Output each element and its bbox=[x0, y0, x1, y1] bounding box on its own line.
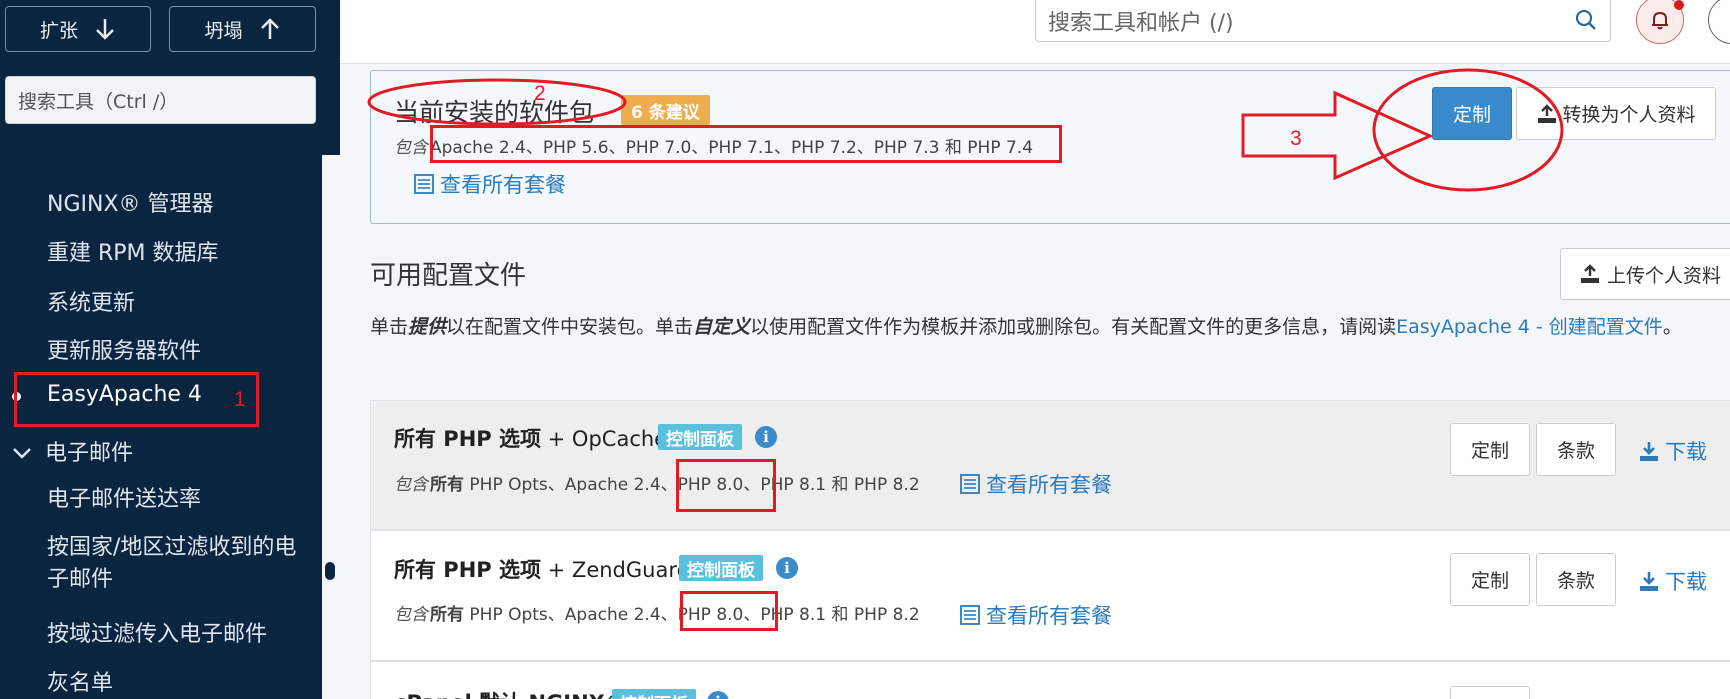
upload-profile-label: 上传个人资料 bbox=[1607, 264, 1722, 287]
sidebar-search-placeholder: 搜索工具（Ctrl /） bbox=[18, 90, 179, 113]
available-profiles-title: 可用配置文件 bbox=[370, 261, 527, 291]
sidebar-scrollbar[interactable] bbox=[325, 562, 335, 580]
sidebar-item-rebuild-rpm[interactable]: 重建 RPM 数据库 bbox=[47, 235, 219, 267]
sidebar-item-country-filter[interactable]: 按国家/地区过滤收到的电子邮件 bbox=[47, 532, 307, 596]
profile-row: 所有 PHP 选项 + OpCache 控制面板 i 包含 所有 PHP Opts… bbox=[370, 400, 1730, 530]
info-icon[interactable]: i bbox=[755, 426, 777, 448]
profile-terms-button[interactable]: 条款 bbox=[1536, 423, 1616, 476]
create-profile-doc-link[interactable]: EasyApache 4 - 创建配置文件 bbox=[1396, 316, 1663, 338]
chevron-down-icon[interactable] bbox=[11, 443, 33, 463]
profile-customize-button[interactable] bbox=[1450, 686, 1530, 699]
cpanel-badge: 控制面板 bbox=[658, 424, 742, 450]
cpanel-badge: 控制面板 bbox=[679, 555, 763, 581]
sidebar-item-easyapache4[interactable]: EasyApache 4 bbox=[47, 382, 202, 407]
includes-label: 包含 bbox=[394, 138, 428, 158]
profile-row: 所有 PHP 选项 + ZendGuard 控制面板 i 包含 所有 PHP Op… bbox=[370, 530, 1730, 661]
bell-icon bbox=[1652, 11, 1668, 30]
current-packages-title: 当前安装的软件包 bbox=[394, 98, 595, 127]
collapse-button[interactable]: 坍塌 bbox=[169, 6, 316, 52]
global-search-input[interactable]: 搜索工具和帐户 (/) bbox=[1035, 0, 1611, 42]
topbar: 搜索工具和帐户 (/) bbox=[340, 0, 1730, 64]
export-icon bbox=[1538, 103, 1557, 123]
profile-terms-button[interactable]: 条款 bbox=[1536, 553, 1616, 606]
convert-to-profile-label: 转换为个人资料 bbox=[1562, 104, 1696, 126]
active-item-dot bbox=[12, 392, 21, 401]
upload-icon bbox=[1581, 264, 1599, 283]
cpanel-badge: 控制面板 bbox=[612, 689, 696, 699]
search-icon[interactable] bbox=[1574, 8, 1598, 32]
profile-title-rest: + ZendGuard bbox=[540, 558, 690, 582]
profile-packages: 包含 所有 PHP Opts、Apache 2.4、PHP 8.0、PHP 8.1… bbox=[394, 600, 920, 625]
sidebar-item-greylisting[interactable]: 灰名单 bbox=[47, 665, 113, 697]
download-label: 下载 bbox=[1665, 440, 1707, 464]
profile-title: 所有 PHP 选项 + ZendGuard bbox=[394, 554, 690, 584]
suggestions-badge[interactable]: 6 条建议 bbox=[621, 95, 710, 125]
desc-text: 单击 bbox=[370, 316, 409, 338]
profile-title: 所有 PHP 选项 + OpCache bbox=[394, 423, 667, 453]
current-packages-panel: 当前安装的软件包 6 条建议 包含 Apache 2.4、PHP 5.6、PHP … bbox=[370, 70, 1730, 224]
profile-customize-button[interactable]: 定制 bbox=[1450, 423, 1530, 476]
desc-text: 以在配置文件中安装包。单击 bbox=[446, 316, 694, 338]
arrow-up-icon bbox=[260, 18, 279, 39]
packages-list: PHP Opts、Apache 2.4、PHP 8.0、PHP 8.1 和 PH… bbox=[464, 605, 920, 625]
customize-button[interactable]: 定制 bbox=[1432, 87, 1512, 140]
profiles-description: 单击提供以在配置文件中安装包。单击自定义以使用配置文件作为模板并添加或删除包。有… bbox=[370, 312, 1730, 342]
view-all-packages-link[interactable]: 查看所有套餐 bbox=[960, 600, 1112, 630]
global-search-placeholder: 搜索工具和帐户 (/) bbox=[1048, 10, 1234, 36]
profile-title: cPanel 默认 NGINX® bbox=[394, 687, 626, 699]
current-packages-includes: 包含 Apache 2.4、PHP 5.6、PHP 7.0、PHP 7.1、PHP… bbox=[394, 133, 1033, 158]
desc-text: 。 bbox=[1662, 316, 1682, 338]
profile-title-lead: 所有 PHP 选项 bbox=[394, 558, 541, 582]
packages-lead: 所有 bbox=[430, 475, 464, 495]
desc-text: 以使用配置文件作为模板并添加或删除包。有关配置文件的更多信息，请阅读 bbox=[750, 316, 1397, 338]
user-menu-button[interactable] bbox=[1708, 0, 1730, 44]
view-all-packages-label: 查看所有套餐 bbox=[986, 473, 1112, 497]
collapse-button-label: 坍塌 bbox=[204, 19, 243, 42]
packages-list: PHP Opts、Apache 2.4、PHP 8.0、PHP 8.1 和 PH… bbox=[464, 475, 920, 495]
profile-title-lead: cPanel 默认 NGINX® bbox=[394, 691, 626, 699]
includes-label: 包含 bbox=[394, 605, 428, 625]
profile-download-link[interactable]: 下载 bbox=[1639, 566, 1707, 596]
download-icon bbox=[1640, 572, 1658, 591]
view-all-packages-label: 查看所有套餐 bbox=[440, 173, 566, 197]
expand-button[interactable]: 扩张 bbox=[5, 6, 151, 52]
desc-provide: 提供 bbox=[408, 316, 447, 338]
list-icon bbox=[960, 605, 980, 625]
upload-profile-button[interactable]: 上传个人资料 bbox=[1560, 248, 1730, 300]
profile-customize-button[interactable]: 定制 bbox=[1450, 553, 1530, 606]
profile-row: cPanel 默认 NGINX® 控制面板 i bbox=[370, 661, 1730, 699]
list-icon bbox=[960, 474, 980, 494]
profile-title-rest: + OpCache bbox=[540, 427, 668, 451]
desc-customize: 自定义 bbox=[693, 316, 751, 338]
convert-to-profile-button[interactable]: 转换为个人资料 bbox=[1516, 87, 1716, 140]
notification-indicator bbox=[1674, 0, 1684, 10]
profile-title-lead: 所有 PHP 选项 bbox=[394, 427, 541, 451]
sidebar-item-system-update[interactable]: 系统更新 bbox=[47, 285, 135, 317]
packages-lead: 所有 bbox=[430, 605, 464, 625]
sidebar-item-domain-filter[interactable]: 按域过滤传入电子邮件 bbox=[47, 616, 267, 648]
download-label: 下载 bbox=[1665, 570, 1707, 594]
sidebar-item-update-server-software[interactable]: 更新服务器软件 bbox=[47, 333, 201, 365]
sidebar-section-email[interactable]: 电子邮件 bbox=[45, 435, 133, 467]
info-icon[interactable]: i bbox=[707, 691, 729, 699]
sidebar-item-email-deliverability[interactable]: 电子邮件送达率 bbox=[47, 481, 201, 513]
profile-packages: 包含 所有 PHP Opts、Apache 2.4、PHP 8.0、PHP 8.1… bbox=[394, 470, 920, 495]
expand-button-label: 扩张 bbox=[39, 19, 78, 42]
view-all-packages-label: 查看所有套餐 bbox=[986, 604, 1112, 628]
view-all-packages-link[interactable]: 查看所有套餐 bbox=[414, 169, 566, 199]
download-icon bbox=[1640, 442, 1658, 461]
info-icon[interactable]: i bbox=[776, 557, 798, 579]
includes-label: 包含 bbox=[394, 475, 428, 495]
sidebar-header: 扩张 坍塌 搜索工具（Ctrl /） bbox=[0, 0, 340, 155]
profile-download-link[interactable]: 下载 bbox=[1639, 436, 1707, 466]
sidebar-search-input[interactable]: 搜索工具（Ctrl /） bbox=[5, 76, 316, 124]
view-all-packages-link[interactable]: 查看所有套餐 bbox=[960, 469, 1112, 499]
current-packages-list: Apache 2.4、PHP 5.6、PHP 7.0、PHP 7.1、PHP 7… bbox=[430, 138, 1034, 158]
arrow-down-icon bbox=[96, 19, 114, 40]
list-icon bbox=[414, 174, 434, 194]
sidebar-item-nginx-manager[interactable]: NGINX® 管理器 bbox=[47, 186, 214, 218]
